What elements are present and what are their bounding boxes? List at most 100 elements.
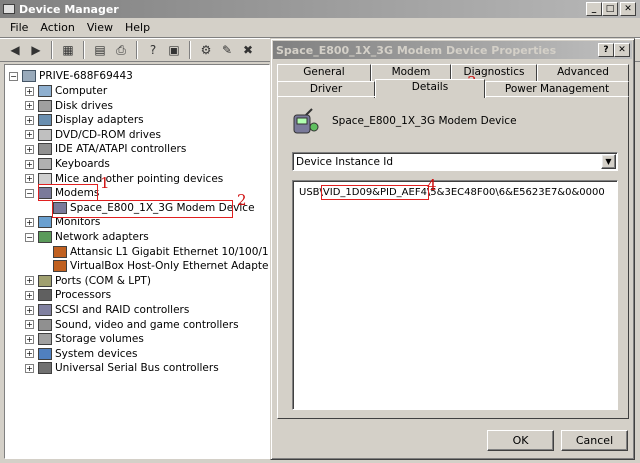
- tree-category-item[interactable]: − Network adapters: [25, 230, 149, 244]
- expand-icon[interactable]: +: [25, 101, 34, 111]
- property-select[interactable]: Device Instance Id ▼: [292, 152, 618, 171]
- computer-icon: [38, 85, 52, 97]
- tree-category-item[interactable]: + Processors: [25, 288, 111, 302]
- callout-box-modem-device: [52, 200, 233, 218]
- tree-category-item[interactable]: + Ports (COM & LPT): [25, 274, 151, 288]
- expand-icon[interactable]: +: [25, 174, 34, 184]
- property-select-value: Device Instance Id: [296, 155, 394, 168]
- collapse-icon[interactable]: −: [25, 232, 34, 242]
- tab-details[interactable]: Details: [375, 79, 485, 98]
- device-tree[interactable]: − PRIVE-688F69443 + Computer + Disk drives +…: [4, 64, 270, 459]
- tree-item-label: Keyboards: [55, 158, 110, 170]
- tree-item-label: Mice and other pointing devices: [55, 172, 224, 185]
- print-icon[interactable]: ⎙: [112, 41, 130, 59]
- toolbar-separator: [51, 41, 53, 59]
- collapse-icon[interactable]: −: [25, 188, 34, 198]
- details-panel: Space_E800_1X_3G Modem Device Device Ins…: [277, 96, 629, 419]
- expand-icon[interactable]: +: [25, 349, 34, 359]
- system-device-icon: [38, 347, 52, 360]
- tree-item-label: Attansic L1 Gigabit Ethernet 10/100/1000…: [70, 245, 269, 258]
- expand-icon[interactable]: +: [25, 115, 34, 125]
- ide-controller-icon: [38, 143, 52, 156]
- tree-item-label: SCSI and RAID controllers: [55, 304, 190, 316]
- expand-icon[interactable]: +: [25, 320, 34, 330]
- chevron-down-icon[interactable]: ▼: [601, 154, 616, 169]
- device-manager-titlebar[interactable]: Device Manager _ □ ✕: [0, 0, 640, 18]
- back-icon[interactable]: ◀: [6, 41, 24, 59]
- forward-icon[interactable]: ▶: [27, 41, 45, 59]
- sound-icon: [38, 318, 52, 331]
- tree-category-item[interactable]: + Computer: [25, 84, 107, 98]
- update-driver-icon[interactable]: ✎: [218, 41, 236, 59]
- properties-titlebar[interactable]: Space_E800_1X_3G Modem Device Properties…: [273, 41, 632, 59]
- property-value-list[interactable]: USB\VID_1D09&PID_AEF4\5&3EC48F00\6&E5623…: [292, 180, 618, 410]
- tree-category-item[interactable]: + IDE ATA/ATAPI controllers: [25, 142, 186, 156]
- expand-icon[interactable]: +: [25, 334, 34, 344]
- ok-button[interactable]: OK: [487, 430, 554, 451]
- tree-item-label: VirtualBox Host-Only Ethernet Adapter: [70, 260, 270, 273]
- modem-device-icon: [293, 108, 319, 134]
- tree-category-item[interactable]: + SCSI and RAID controllers: [25, 303, 189, 317]
- scan-hardware-icon[interactable]: ⚙: [197, 41, 215, 59]
- tree-item-label: Disk drives: [55, 99, 113, 112]
- expand-icon[interactable]: +: [25, 290, 34, 300]
- toolbar-separator: [136, 41, 138, 59]
- tree-category-item[interactable]: + DVD/CD-ROM drives: [25, 128, 161, 142]
- callout-box-modems: [38, 184, 98, 201]
- tree-item-label: DVD/CD-ROM drives: [55, 128, 161, 141]
- help-icon[interactable]: ?: [144, 41, 162, 59]
- tree-category-item[interactable]: + Universal Serial Bus controllers: [25, 361, 219, 375]
- storage-icon: [38, 333, 52, 346]
- tree-category-item[interactable]: + Sound, video and game controllers: [25, 318, 239, 332]
- mouse-icon: [38, 172, 52, 185]
- property-value-row[interactable]: USB\VID_1D09&PID_AEF4\5&3EC48F00\6&E5623…: [299, 185, 605, 200]
- tree-category-item[interactable]: + System devices: [25, 347, 137, 361]
- tree-root-label: PRIVE-688F69443: [39, 70, 133, 82]
- tree-category-item[interactable]: + Disk drives: [25, 99, 113, 113]
- maximize-button[interactable]: □: [602, 2, 618, 16]
- uninstall-icon[interactable]: ✖: [239, 41, 257, 59]
- close-button[interactable]: ✕: [620, 2, 636, 16]
- menu-bar: File Action View Help: [0, 18, 640, 38]
- tree-item-label: System devices: [55, 347, 138, 360]
- expand-icon[interactable]: +: [25, 130, 34, 140]
- tree-category-item[interactable]: + Display adapters: [25, 113, 144, 127]
- view-icon[interactable]: ▣: [165, 41, 183, 59]
- properties-icon[interactable]: ▤: [91, 41, 109, 59]
- menu-view[interactable]: View: [81, 21, 119, 34]
- tree-device-item[interactable]: VirtualBox Host-Only Ethernet Adapter: [53, 259, 270, 273]
- tree-item-label: Computer: [55, 85, 108, 97]
- expand-icon[interactable]: +: [25, 159, 34, 169]
- collapse-icon[interactable]: −: [9, 71, 18, 81]
- expand-icon[interactable]: +: [25, 363, 34, 373]
- usb-icon: [38, 362, 52, 375]
- expand-icon[interactable]: +: [25, 144, 34, 154]
- menu-help[interactable]: Help: [119, 21, 156, 34]
- display-adapter-icon: [38, 114, 52, 127]
- dialog-help-button[interactable]: ?: [598, 43, 614, 57]
- minimize-button[interactable]: _: [586, 2, 602, 16]
- tree-category-item[interactable]: + Storage volumes: [25, 332, 144, 346]
- cdrom-icon: [38, 128, 52, 141]
- network-adapter-icon: [38, 231, 52, 243]
- menu-file[interactable]: File: [4, 21, 34, 34]
- tree-root[interactable]: − PRIVE-688F69443: [9, 69, 133, 83]
- dialog-close-button[interactable]: ✕: [614, 43, 630, 57]
- show-hide-tree-icon[interactable]: ▦: [59, 41, 77, 59]
- tree-device-item[interactable]: Attansic L1 Gigabit Ethernet 10/100/1000…: [53, 245, 269, 259]
- tree-item-label: Storage volumes: [55, 333, 144, 346]
- cancel-button[interactable]: Cancel: [561, 430, 628, 451]
- expand-icon[interactable]: +: [25, 217, 34, 227]
- tree-category-item[interactable]: + Keyboards: [25, 157, 110, 171]
- monitor-icon: [38, 216, 52, 229]
- expand-icon[interactable]: +: [25, 276, 34, 286]
- expand-icon[interactable]: +: [25, 86, 34, 96]
- toolbar-separator: [83, 41, 85, 59]
- tab-advanced[interactable]: Advanced: [537, 64, 629, 81]
- tree-item-label: Display adapters: [55, 114, 144, 127]
- tab-general[interactable]: General: [277, 64, 371, 81]
- expand-icon[interactable]: +: [25, 305, 34, 315]
- processor-icon: [38, 289, 52, 302]
- tree-item-label: Monitors: [55, 216, 101, 229]
- menu-action[interactable]: Action: [34, 21, 80, 34]
